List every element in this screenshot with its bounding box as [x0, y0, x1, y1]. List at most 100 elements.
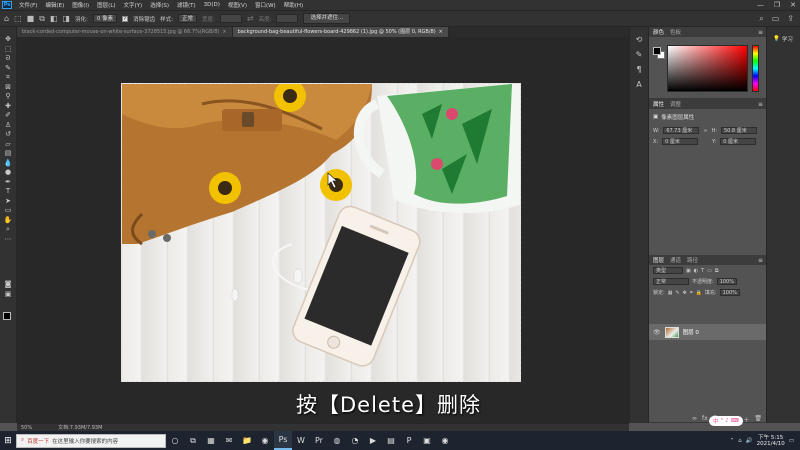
- marquee-tool-icon[interactable]: ⬚: [14, 14, 22, 23]
- height-field[interactable]: 50.8 厘米: [720, 127, 757, 134]
- zoom-level[interactable]: 50%: [21, 425, 32, 431]
- tiles-app-icon[interactable]: ▦: [202, 431, 220, 450]
- tab-properties[interactable]: 属性: [653, 100, 664, 108]
- clock[interactable]: 下午 5:15 2021/4/10: [757, 435, 785, 447]
- eraser-tool-icon[interactable]: ▱: [2, 140, 14, 149]
- calculator-icon[interactable]: ▤: [382, 431, 400, 450]
- close-button[interactable]: ✕: [790, 1, 796, 9]
- height-input[interactable]: [276, 14, 299, 23]
- tab-channels[interactable]: 通道: [670, 256, 681, 264]
- screen-mode-icon[interactable]: ▣: [2, 290, 14, 299]
- character-icon[interactable]: A: [636, 80, 641, 89]
- mail-app-icon[interactable]: ✉: [220, 431, 238, 450]
- layer-row[interactable]: 👁 图层 0: [649, 324, 767, 340]
- tray-chevron-icon[interactable]: ⌃: [730, 438, 735, 444]
- photoshop-taskbar-icon[interactable]: Ps: [274, 431, 292, 450]
- intersect-selection-icon[interactable]: ◨: [62, 14, 70, 23]
- explorer-icon[interactable]: 📁: [238, 431, 256, 450]
- menu-type[interactable]: 文字(Y): [120, 1, 147, 9]
- gradient-tool-icon[interactable]: ▤: [2, 149, 14, 158]
- start-button[interactable]: ⊞: [0, 431, 16, 450]
- video-app-icon[interactable]: ▶: [364, 431, 382, 450]
- layer-filter-select[interactable]: 类型: [653, 267, 683, 274]
- filter-shape-icon[interactable]: ▭: [707, 268, 712, 274]
- tab-close-icon[interactable]: ×: [222, 27, 226, 37]
- menu-3d[interactable]: 3D(D): [200, 2, 224, 8]
- opacity-field[interactable]: 100%: [716, 278, 737, 285]
- ime-keyboard-icon[interactable]: ⌨: [731, 418, 739, 424]
- ime-punct-icon[interactable]: °: [721, 418, 724, 424]
- fill-field[interactable]: 100%: [719, 289, 740, 296]
- visibility-eye-icon[interactable]: 👁: [653, 329, 661, 336]
- gallery-app-icon[interactable]: ▣: [418, 431, 436, 450]
- lasso-tool-icon[interactable]: ᘐ: [2, 54, 14, 63]
- move-tool-icon[interactable]: ✥: [2, 35, 14, 44]
- history-icon[interactable]: ⟲: [636, 35, 643, 44]
- type-tool-icon[interactable]: T: [2, 187, 14, 196]
- new-selection-icon[interactable]: ■: [27, 14, 35, 23]
- minimize-button[interactable]: —: [757, 1, 764, 9]
- history-brush-icon[interactable]: ↺: [2, 130, 14, 139]
- learn-button[interactable]: 💡 学习: [767, 27, 800, 43]
- brush-tool-icon[interactable]: ✐: [2, 111, 14, 120]
- style-select[interactable]: 正常: [178, 14, 198, 23]
- hand-tool-icon[interactable]: ✋: [2, 216, 14, 225]
- notifications-icon[interactable]: ▭: [789, 438, 794, 444]
- filter-adjust-icon[interactable]: ◐: [694, 268, 698, 274]
- quick-select-tool-icon[interactable]: ✎: [2, 64, 14, 73]
- lock-move-icon[interactable]: ✥: [683, 290, 687, 296]
- frame-tool-icon[interactable]: ⊠: [2, 83, 14, 92]
- home-icon[interactable]: ⌂: [4, 14, 9, 23]
- foreground-color-swatch[interactable]: [653, 47, 661, 55]
- foreground-color-swatch[interactable]: [3, 312, 11, 320]
- new-layer-icon[interactable]: ＋: [743, 415, 749, 424]
- maximize-button[interactable]: ❐: [774, 1, 780, 9]
- panel-menu-icon[interactable]: ≡: [758, 101, 763, 108]
- subtract-selection-icon[interactable]: ◧: [50, 14, 58, 23]
- tab-document-2[interactable]: background-bag-beautiful-flowers-board-4…: [232, 27, 449, 37]
- filter-smart-icon[interactable]: ⧉: [715, 268, 719, 274]
- width-input[interactable]: [219, 14, 242, 23]
- link-icon[interactable]: ∞: [703, 128, 707, 134]
- recorder-icon[interactable]: ◉: [436, 431, 454, 450]
- tab-adjustments[interactable]: 调整: [670, 100, 681, 108]
- healing-brush-icon[interactable]: ✚: [2, 102, 14, 111]
- menu-edit[interactable]: 编辑(E): [41, 1, 68, 9]
- share-icon[interactable]: ⇪: [787, 14, 794, 24]
- menu-view[interactable]: 视图(V): [224, 1, 251, 9]
- filter-type-icon[interactable]: T: [701, 268, 704, 274]
- width-field[interactable]: 67.73 厘米: [663, 127, 700, 134]
- zoom-tool-icon[interactable]: ⌕: [2, 225, 14, 234]
- layer-style-icon[interactable]: fx: [702, 415, 708, 423]
- network-icon[interactable]: ⌂: [738, 438, 742, 444]
- crop-tool-icon[interactable]: ⌗: [2, 73, 14, 82]
- task-view-icon[interactable]: ⧉: [184, 431, 202, 450]
- stamp-tool-icon[interactable]: ♙: [2, 121, 14, 130]
- pen-tool-icon[interactable]: ✒: [2, 178, 14, 187]
- eyedropper-tool-icon[interactable]: ⚲: [2, 92, 14, 101]
- ime-mode[interactable]: 中: [713, 417, 719, 425]
- panel-menu-icon[interactable]: ≡: [758, 29, 763, 36]
- x-field[interactable]: 0 厘米: [662, 138, 699, 145]
- document-image[interactable]: [121, 83, 521, 382]
- search-icon[interactable]: ⌕: [759, 14, 763, 24]
- menu-layer[interactable]: 图层(L): [93, 1, 119, 9]
- lock-paint-icon[interactable]: ✎: [675, 290, 679, 296]
- menu-file[interactable]: 文件(F): [15, 1, 41, 9]
- chrome-icon[interactable]: ◉: [256, 431, 274, 450]
- feather-input[interactable]: 0 像素: [92, 14, 118, 23]
- rectangle-tool-icon[interactable]: ▭: [2, 206, 14, 215]
- menu-filter[interactable]: 滤镜(T): [173, 1, 200, 9]
- quick-mask-icon[interactable]: ◙: [2, 280, 14, 289]
- taskbar-search[interactable]: ⌕ 百度一下 在这里输入你要搜索的内容: [16, 433, 166, 448]
- word-icon[interactable]: W: [292, 431, 310, 450]
- panel-menu-icon[interactable]: ≡: [758, 257, 763, 264]
- tab-layers[interactable]: 图层: [653, 256, 664, 264]
- blend-mode-select[interactable]: 正常: [653, 278, 689, 285]
- ime-toolbar[interactable]: 中 ° ♪ ⌨: [709, 416, 743, 426]
- blur-tool-icon[interactable]: 💧: [2, 159, 14, 168]
- layer-name[interactable]: 图层 0: [683, 328, 699, 336]
- ime-mic-icon[interactable]: ♪: [725, 418, 729, 424]
- premiere-icon[interactable]: Pr: [310, 431, 328, 450]
- more-tools-icon[interactable]: ⋯: [2, 235, 14, 244]
